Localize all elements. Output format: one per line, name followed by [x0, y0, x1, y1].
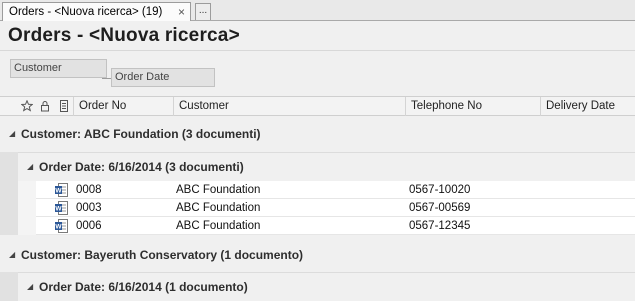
- svg-text:W: W: [55, 224, 62, 231]
- grid-header: Order No Customer Telephone No Delivery …: [0, 96, 635, 116]
- svg-text:W: W: [55, 188, 62, 195]
- collapse-arrow-icon[interactable]: ◢: [27, 162, 33, 171]
- table-row[interactable]: W 0006 ABC Foundation 0567-12345: [0, 217, 635, 235]
- star-icon[interactable]: [20, 99, 34, 112]
- row-indent: [0, 181, 18, 199]
- table-row[interactable]: W 0008 ABC Foundation 0567-10020: [0, 181, 635, 199]
- column-header-delivery-date[interactable]: Delivery Date: [540, 97, 635, 116]
- row-indent: [18, 181, 36, 199]
- row-indent: [0, 199, 18, 217]
- lock-icon[interactable]: [39, 100, 51, 112]
- group-label: Order Date: 6/16/2014 (1 documento): [39, 280, 248, 294]
- cell-telephone: 0567-10020: [409, 184, 471, 196]
- row-indent: [18, 199, 36, 217]
- group-label: Customer: Bayeruth Conservatory (1 docum…: [21, 248, 304, 262]
- group-divider: [18, 152, 635, 153]
- collapse-arrow-icon[interactable]: ◢: [9, 129, 15, 138]
- tab-orders[interactable]: Orders - <Nuova ricerca> (19) ×: [2, 2, 191, 21]
- column-header-telephone-no[interactable]: Telephone No: [405, 97, 540, 116]
- row-indent: [18, 217, 36, 235]
- cell-customer: ABC Foundation: [176, 220, 261, 232]
- group-indent: [0, 272, 18, 301]
- cell-telephone: 0567-00569: [409, 202, 471, 214]
- cell-customer: ABC Foundation: [176, 184, 261, 196]
- group-row-customer[interactable]: ◢ Customer: Bayeruth Conservatory (1 doc…: [0, 240, 635, 269]
- cell-order-no: 0006: [76, 220, 102, 232]
- group-label: Customer: ABC Foundation (3 documenti): [21, 127, 261, 141]
- cell-telephone: 0567-12345: [409, 220, 471, 232]
- group-chip-connector: [102, 78, 111, 79]
- close-icon[interactable]: ×: [178, 5, 185, 19]
- group-divider: [18, 272, 635, 273]
- tab-label: Orders - <Nuova ricerca> (19): [9, 6, 163, 18]
- row-indent: [0, 217, 18, 235]
- group-row-order-date[interactable]: ◢ Order Date: 6/16/2014 (3 documenti): [0, 152, 635, 181]
- column-header-customer[interactable]: Customer: [173, 97, 405, 116]
- cell-order-no: 0008: [76, 184, 102, 196]
- column-header-order-no[interactable]: Order No: [73, 97, 173, 116]
- word-document-icon: W: [55, 219, 68, 233]
- document-icon[interactable]: [58, 100, 70, 112]
- group-indent: [0, 152, 18, 181]
- group-row-customer[interactable]: ◢ Customer: ABC Foundation (3 documenti): [0, 119, 635, 148]
- cell-customer: ABC Foundation: [176, 202, 261, 214]
- word-document-icon: W: [55, 201, 68, 215]
- group-by-order-date-chip[interactable]: Order Date: [111, 68, 215, 87]
- svg-text:W: W: [55, 206, 62, 213]
- collapse-arrow-icon[interactable]: ◢: [9, 250, 15, 259]
- group-by-customer-chip[interactable]: Customer: [10, 59, 107, 78]
- word-document-icon: W: [55, 183, 68, 197]
- more-tabs-button[interactable]: ...: [195, 3, 211, 20]
- page-title: Orders - <Nuova ricerca>: [8, 25, 240, 46]
- collapse-arrow-icon[interactable]: ◢: [27, 282, 33, 291]
- cell-order-no: 0003: [76, 202, 102, 214]
- tab-strip: Orders - <Nuova ricerca> (19) × ...: [0, 0, 635, 21]
- title-divider: [0, 50, 635, 51]
- group-label: Order Date: 6/16/2014 (3 documenti): [39, 160, 244, 174]
- group-row-order-date[interactable]: ◢ Order Date: 6/16/2014 (1 documento): [0, 272, 635, 301]
- table-row[interactable]: W 0003 ABC Foundation 0567-00569: [0, 199, 635, 217]
